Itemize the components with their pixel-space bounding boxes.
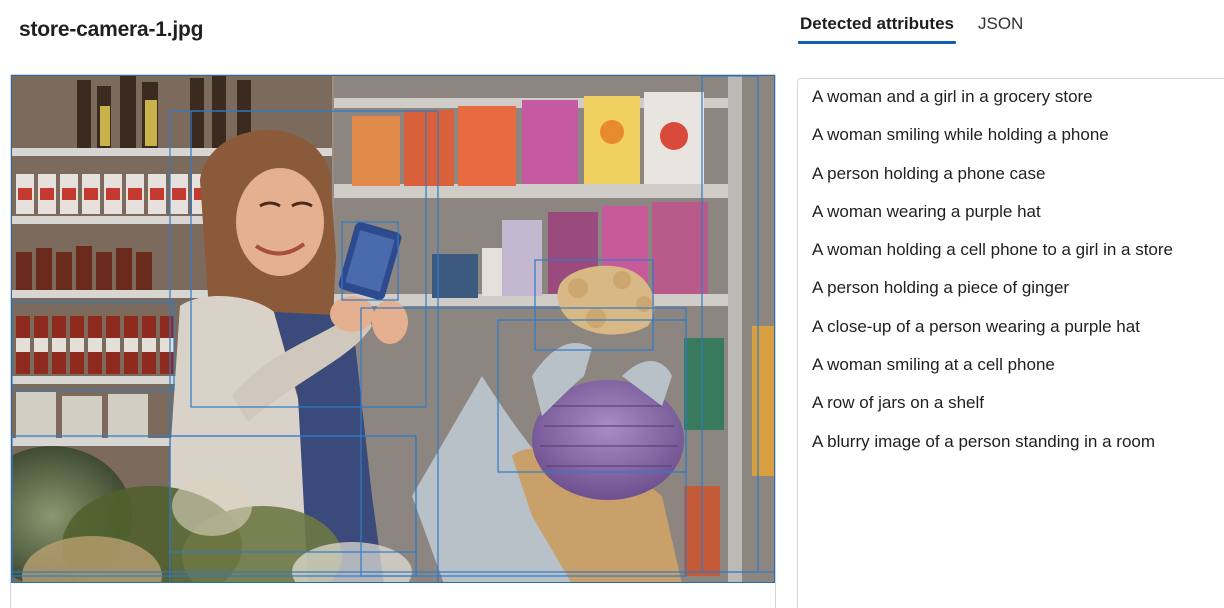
- attribute-item[interactable]: A woman smiling while holding a phone: [812, 123, 1224, 161]
- attribute-item[interactable]: A woman and a girl in a grocery store: [812, 85, 1224, 123]
- attribute-item[interactable]: A blurry image of a person standing in a…: [812, 430, 1224, 468]
- attribute-item[interactable]: A close-up of a person wearing a purple …: [812, 315, 1224, 353]
- image-card: [10, 74, 776, 608]
- image-preview[interactable]: [11, 75, 775, 583]
- attributes-panel: A woman and a girl in a grocery store A …: [797, 78, 1224, 608]
- attribute-item[interactable]: A row of jars on a shelf: [812, 391, 1224, 429]
- attribute-item[interactable]: A person holding a phone case: [812, 162, 1224, 200]
- tab-detected-attributes[interactable]: Detected attributes: [798, 12, 956, 44]
- tab-json[interactable]: JSON: [976, 12, 1025, 44]
- attribute-viewer: store-camera-1.jpg Detected attributes J…: [0, 0, 1224, 608]
- attribute-item[interactable]: A woman smiling at a cell phone: [812, 353, 1224, 391]
- attribute-item[interactable]: A person holding a piece of ginger: [812, 276, 1224, 314]
- store-photo: [12, 76, 774, 582]
- attribute-item[interactable]: A woman wearing a purple hat: [812, 200, 1224, 238]
- attribute-item[interactable]: A woman holding a cell phone to a girl i…: [812, 238, 1224, 276]
- view-tabs: Detected attributes JSON: [798, 12, 1025, 44]
- attributes-list: A woman and a girl in a grocery store A …: [798, 85, 1224, 468]
- file-title: store-camera-1.jpg: [19, 18, 204, 41]
